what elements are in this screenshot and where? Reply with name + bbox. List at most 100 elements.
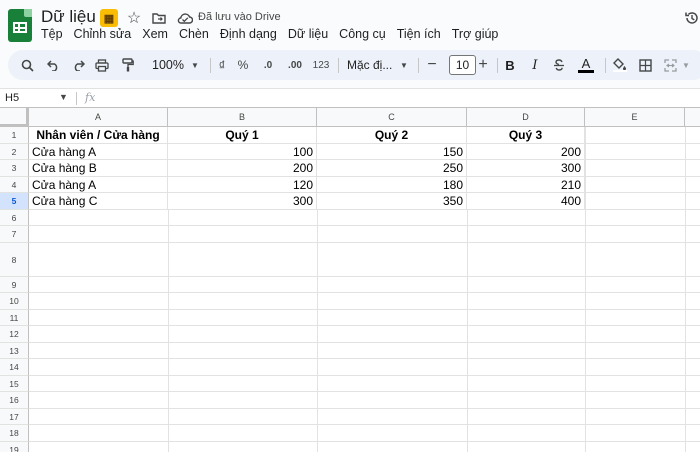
table-cell[interactable]: 120: [168, 177, 317, 193]
table-cell[interactable]: 300: [168, 193, 317, 210]
table-cell[interactable]: 400: [467, 193, 585, 210]
column-header-b[interactable]: B: [168, 108, 317, 127]
row-header[interactable]: 11: [0, 310, 29, 326]
table-cell[interactable]: 300: [467, 160, 585, 177]
apps-script-addon-icon[interactable]: ▦: [100, 9, 118, 27]
menu-bar: Tệp Chỉnh sửa Xem Chèn Định dạng Dữ liệu…: [41, 27, 509, 43]
bold-button[interactable]: B: [502, 55, 518, 75]
zoom-select[interactable]: 100%: [146, 55, 190, 75]
row-header[interactable]: 9: [0, 277, 29, 293]
redo-icon[interactable]: [69, 55, 87, 75]
undo-icon[interactable]: [44, 55, 62, 75]
menu-file[interactable]: Tệp: [41, 27, 63, 43]
menu-view[interactable]: Xem: [142, 27, 168, 43]
table-cell[interactable]: Cửa hàng A: [29, 144, 168, 160]
row-header[interactable]: 1: [0, 127, 29, 144]
column-header-a[interactable]: A: [29, 108, 168, 127]
formula-bar: H5 ▼ fx: [0, 88, 700, 107]
header-cell-staff-store[interactable]: Nhân viên / Cửa hàng: [29, 127, 168, 144]
row-header[interactable]: 2: [0, 144, 29, 160]
row-header[interactable]: 16: [0, 392, 29, 409]
column-header-e[interactable]: E: [585, 108, 685, 127]
menu-data[interactable]: Dữ liệu: [288, 27, 328, 43]
percent-format-button[interactable]: %: [236, 55, 250, 75]
header-cell-q3[interactable]: Quý 3: [467, 127, 585, 144]
italic-button[interactable]: I: [527, 55, 543, 75]
row-header[interactable]: 3: [0, 160, 29, 177]
formula-input[interactable]: [104, 91, 694, 106]
table-cell[interactable]: Cửa hàng A: [29, 177, 168, 193]
font-family-select[interactable]: Mặc đị...: [347, 55, 399, 75]
paint-format-icon[interactable]: [119, 55, 137, 75]
row-header[interactable]: 12: [0, 326, 29, 343]
table-cell[interactable]: 250: [317, 160, 467, 177]
star-icon[interactable]: ☆: [125, 9, 143, 27]
row-header[interactable]: 7: [0, 226, 29, 243]
toolbar-divider: [418, 58, 419, 73]
row-header[interactable]: 15: [0, 376, 29, 392]
chevron-down-icon[interactable]: ▼: [681, 55, 691, 75]
decrease-font-size-icon[interactable]: −: [426, 55, 438, 75]
merge-cells-icon[interactable]: [661, 55, 679, 75]
menu-tools[interactable]: Công cụ: [339, 27, 386, 43]
select-all-corner[interactable]: [0, 108, 29, 127]
version-history-icon[interactable]: [684, 10, 700, 31]
table-cell[interactable]: 210: [467, 177, 585, 193]
formula-divider: [76, 92, 77, 105]
decrease-decimal-button[interactable]: .0: [258, 55, 278, 75]
row-header[interactable]: 17: [0, 409, 29, 425]
column-header-f[interactable]: [685, 108, 700, 127]
row-header[interactable]: 18: [0, 425, 29, 442]
header-cell-q2[interactable]: Quý 2: [317, 127, 467, 144]
chevron-down-icon[interactable]: ▼: [59, 92, 68, 102]
table-cell[interactable]: 150: [317, 144, 467, 160]
text-color-button[interactable]: A: [576, 55, 596, 75]
header-cell-q1[interactable]: Quý 1: [168, 127, 317, 144]
row-header[interactable]: 8: [0, 243, 29, 277]
menu-insert[interactable]: Chèn: [179, 27, 209, 43]
row-header-active[interactable]: 5: [0, 193, 29, 210]
increase-font-size-icon[interactable]: +: [477, 55, 489, 75]
row-header[interactable]: 4: [0, 177, 29, 193]
document-title[interactable]: Dữ liệu: [41, 7, 96, 27]
menu-format[interactable]: Định dạng: [220, 27, 277, 43]
toolbar-divider: [497, 58, 498, 73]
row-header[interactable]: 14: [0, 359, 29, 376]
table-cell[interactable]: 180: [317, 177, 467, 193]
chevron-down-icon[interactable]: ▼: [190, 55, 200, 75]
borders-icon[interactable]: [636, 55, 654, 75]
row-header[interactable]: 6: [0, 210, 29, 226]
chevron-down-icon[interactable]: ▼: [399, 55, 409, 75]
fx-icon: fx: [85, 91, 96, 104]
table-cell[interactable]: 200: [168, 160, 317, 177]
row-header[interactable]: 13: [0, 343, 29, 359]
row-header[interactable]: 10: [0, 293, 29, 310]
menu-help[interactable]: Trợ giúp: [452, 27, 499, 43]
row-header[interactable]: 19: [0, 442, 29, 452]
move-folder-icon[interactable]: [150, 9, 168, 27]
table-cell[interactable]: Cửa hàng C: [29, 193, 168, 210]
sheets-app: Dữ liệu ▦ ☆ Đã lưu vào Drive Tệp Chỉnh s…: [0, 0, 700, 452]
text-color-letter: A: [581, 55, 591, 71]
cloud-saved-icon[interactable]: [176, 9, 194, 27]
fill-color-icon[interactable]: [611, 55, 629, 75]
name-box[interactable]: H5: [5, 92, 19, 104]
column-header-d[interactable]: D: [467, 108, 585, 127]
table-cell[interactable]: 100: [168, 144, 317, 160]
strikethrough-icon[interactable]: [551, 55, 567, 75]
more-formats-button[interactable]: 123: [311, 55, 331, 75]
sheets-logo-icon[interactable]: [8, 9, 32, 42]
save-status: Đã lưu vào Drive: [198, 11, 281, 23]
font-size-input[interactable]: 10: [449, 55, 476, 75]
menu-edit[interactable]: Chỉnh sửa: [74, 27, 132, 43]
search-menus-icon[interactable]: [18, 55, 36, 75]
toolbar-divider: [605, 58, 606, 73]
column-header-c[interactable]: C: [317, 108, 467, 127]
table-cell[interactable]: 200: [467, 144, 585, 160]
print-icon[interactable]: [93, 55, 111, 75]
table-cell[interactable]: 350: [317, 193, 467, 210]
table-cell[interactable]: Cửa hàng B: [29, 160, 168, 177]
currency-format-button[interactable]: ₫: [215, 55, 229, 75]
increase-decimal-button[interactable]: .00: [284, 55, 306, 75]
menu-extensions[interactable]: Tiện ích: [397, 27, 441, 43]
